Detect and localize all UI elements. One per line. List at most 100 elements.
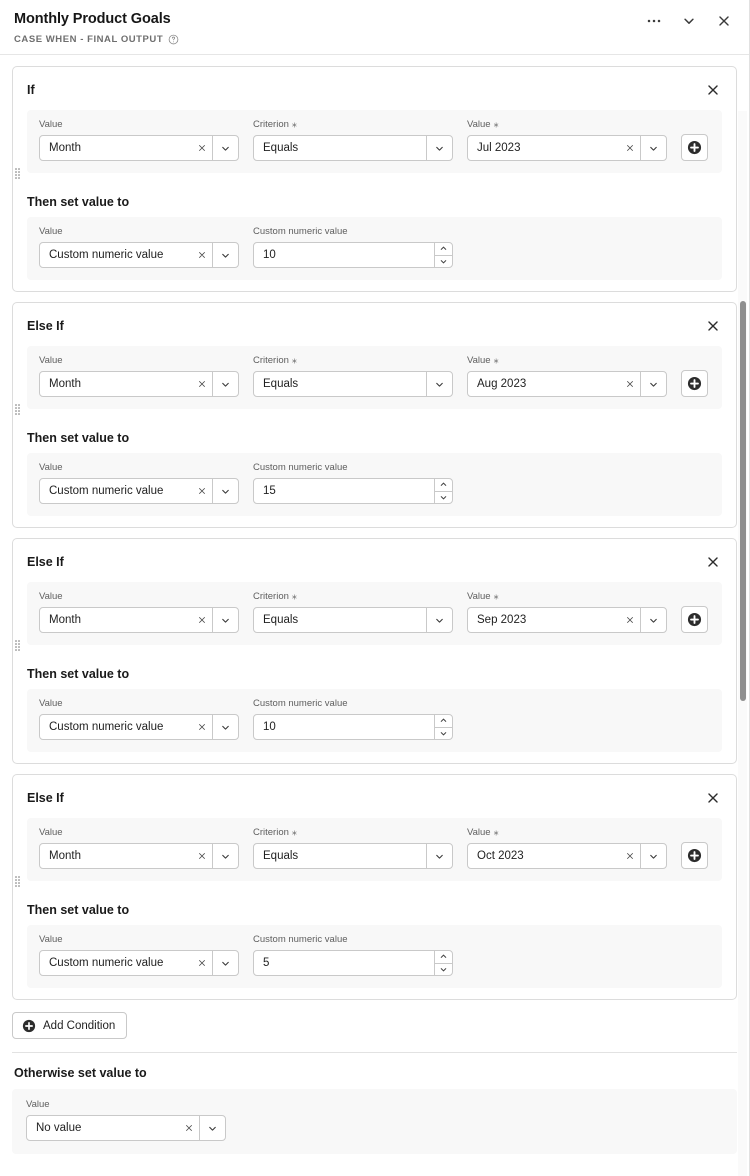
chevron-down-icon[interactable]: [213, 951, 238, 975]
then-value-combobox[interactable]: Custom numeric value: [39, 478, 239, 504]
then-numeric-label: Custom numeric value: [253, 226, 453, 238]
condition-criteria-row: Value Month Criterion ⁎ Equals Value ⁎: [13, 818, 736, 892]
chevron-down-icon[interactable]: [641, 608, 666, 632]
criterion-picker[interactable]: Equals: [253, 843, 453, 869]
stepper-increment-button[interactable]: [435, 243, 452, 256]
clear-icon[interactable]: [192, 372, 212, 396]
then-numeric-label-text: Custom numeric value: [253, 934, 348, 945]
add-condition-button[interactable]: Add Condition: [12, 1012, 128, 1039]
compare-value-combobox[interactable]: Sep 2023: [467, 607, 667, 633]
remove-condition-button[interactable]: [702, 787, 724, 809]
chevron-down-icon[interactable]: [641, 136, 666, 160]
clear-icon[interactable]: [192, 844, 212, 868]
stepper-decrement-button[interactable]: [435, 964, 452, 976]
close-button[interactable]: [711, 10, 737, 32]
criteria-value-combobox[interactable]: Month: [39, 843, 239, 869]
then-set-value-heading: Then set value to: [27, 903, 130, 917]
stepper-decrement-button[interactable]: [435, 728, 452, 740]
then-value-combobox[interactable]: Custom numeric value: [39, 242, 239, 268]
compare-value-label-text: Value: [467, 827, 491, 838]
criterion-picker[interactable]: Equals: [253, 371, 453, 397]
stepper-decrement-button[interactable]: [435, 256, 452, 268]
stepper-increment-button[interactable]: [435, 951, 452, 964]
condition-header: Else If: [13, 303, 736, 346]
chevron-down-icon[interactable]: [641, 372, 666, 396]
clear-icon[interactable]: [620, 608, 640, 632]
clear-icon[interactable]: [192, 243, 212, 267]
then-numeric-stepper[interactable]: 5: [253, 950, 453, 976]
clear-icon[interactable]: [192, 951, 212, 975]
then-value-combobox[interactable]: Custom numeric value: [39, 950, 239, 976]
criteria-panel: Value Month Criterion ⁎ Equals Value ⁎: [27, 110, 722, 173]
chevron-down-icon[interactable]: [641, 844, 666, 868]
collapse-button[interactable]: [676, 10, 702, 32]
add-criteria-button[interactable]: [681, 606, 708, 633]
remove-condition-button[interactable]: [702, 315, 724, 337]
criteria-value-combobox[interactable]: Month: [39, 371, 239, 397]
clear-icon[interactable]: [620, 844, 640, 868]
chevron-down-icon[interactable]: [427, 608, 452, 632]
criterion-picker[interactable]: Equals: [253, 135, 453, 161]
chevron-down-icon[interactable]: [213, 844, 238, 868]
criteria-panel: Value Month Criterion ⁎ Equals Value ⁎: [27, 346, 722, 409]
drag-handle-icon[interactable]: [15, 640, 24, 653]
then-numeric-label: Custom numeric value: [253, 462, 453, 474]
chevron-down-icon[interactable]: [427, 136, 452, 160]
criteria-value-combobox[interactable]: Month: [39, 135, 239, 161]
otherwise-value-combobox[interactable]: No value: [26, 1115, 226, 1141]
drag-handle-icon[interactable]: [15, 168, 24, 181]
then-numeric-label: Custom numeric value: [253, 934, 453, 946]
clear-icon[interactable]: [179, 1116, 199, 1140]
conditions-scroll-area[interactable]: If Value Month Criterion ⁎ Equals Value …: [0, 55, 749, 1176]
stepper-decrement-button[interactable]: [435, 492, 452, 504]
criteria-value-label: Value: [39, 827, 239, 839]
add-criteria-button[interactable]: [681, 134, 708, 161]
clear-icon[interactable]: [620, 136, 640, 160]
stepper-increment-button[interactable]: [435, 479, 452, 492]
add-criteria-button[interactable]: [681, 370, 708, 397]
criteria-value-label-text: Value: [39, 119, 63, 130]
then-numeric-stepper[interactable]: 10: [253, 714, 453, 740]
chevron-down-icon[interactable]: [427, 372, 452, 396]
compare-value-combobox[interactable]: Oct 2023: [467, 843, 667, 869]
chevron-down-icon[interactable]: [213, 715, 238, 739]
then-value-label: Value: [39, 698, 239, 710]
chevron-down-icon[interactable]: [200, 1116, 225, 1140]
stepper-increment-button[interactable]: [435, 715, 452, 728]
chevron-down-icon[interactable]: [213, 136, 238, 160]
then-numeric-stepper[interactable]: 15: [253, 478, 453, 504]
chevron-down-icon[interactable]: [213, 372, 238, 396]
remove-condition-button[interactable]: [702, 551, 724, 573]
criterion-label-text: Criterion: [253, 827, 289, 838]
criterion-picker[interactable]: Equals: [253, 607, 453, 633]
clear-icon[interactable]: [192, 136, 212, 160]
drag-handle-icon[interactable]: [15, 404, 24, 417]
clear-icon[interactable]: [192, 479, 212, 503]
criteria-value-combobox[interactable]: Month: [39, 607, 239, 633]
then-numeric-stepper[interactable]: 10: [253, 242, 453, 268]
drag-handle-icon[interactable]: [15, 876, 24, 889]
add-circle-icon: [22, 1019, 36, 1033]
then-value-combobox[interactable]: Custom numeric value: [39, 714, 239, 740]
clear-icon[interactable]: [620, 372, 640, 396]
chevron-down-icon[interactable]: [213, 479, 238, 503]
criterion-field: Criterion ⁎ Equals: [253, 355, 453, 397]
criterion-field: Criterion ⁎ Equals: [253, 591, 453, 633]
compare-value-label: Value ⁎: [467, 355, 667, 367]
more-options-button[interactable]: [641, 10, 667, 32]
required-marker: ⁎: [291, 119, 297, 130]
chevron-down-icon[interactable]: [427, 844, 452, 868]
condition-header: If: [13, 67, 736, 110]
add-criteria-button[interactable]: [681, 842, 708, 869]
then-set-value-heading: Then set value to: [27, 667, 130, 681]
remove-condition-button[interactable]: [702, 79, 724, 101]
scrollbar-thumb[interactable]: [740, 301, 746, 701]
clear-icon[interactable]: [192, 715, 212, 739]
compare-value-combobox[interactable]: Jul 2023: [467, 135, 667, 161]
required-marker: ⁎: [493, 591, 499, 602]
compare-value-combobox[interactable]: Aug 2023: [467, 371, 667, 397]
clear-icon[interactable]: [192, 608, 212, 632]
chevron-down-icon[interactable]: [213, 608, 238, 632]
chevron-down-icon[interactable]: [213, 243, 238, 267]
help-circle-icon[interactable]: [168, 34, 179, 45]
